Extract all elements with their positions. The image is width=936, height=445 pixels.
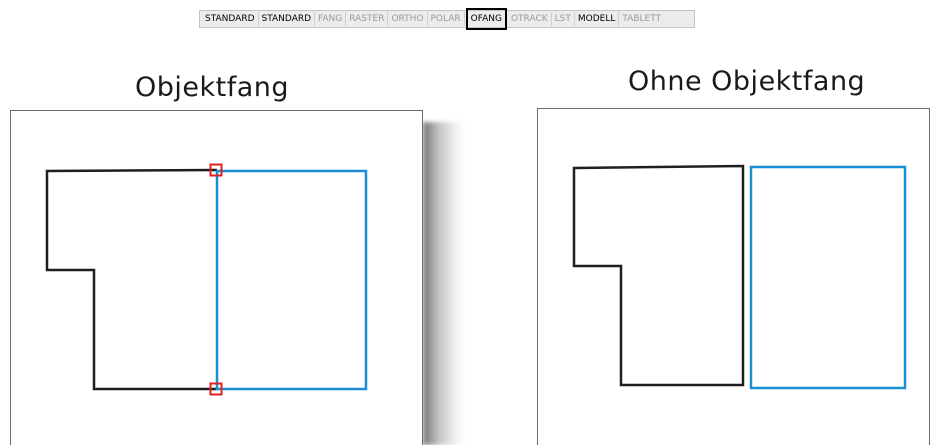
- left-blue-rectangle: [215, 169, 368, 391]
- left-l-shape-polygon: [45, 168, 218, 391]
- right-drawing-panel: [537, 108, 930, 445]
